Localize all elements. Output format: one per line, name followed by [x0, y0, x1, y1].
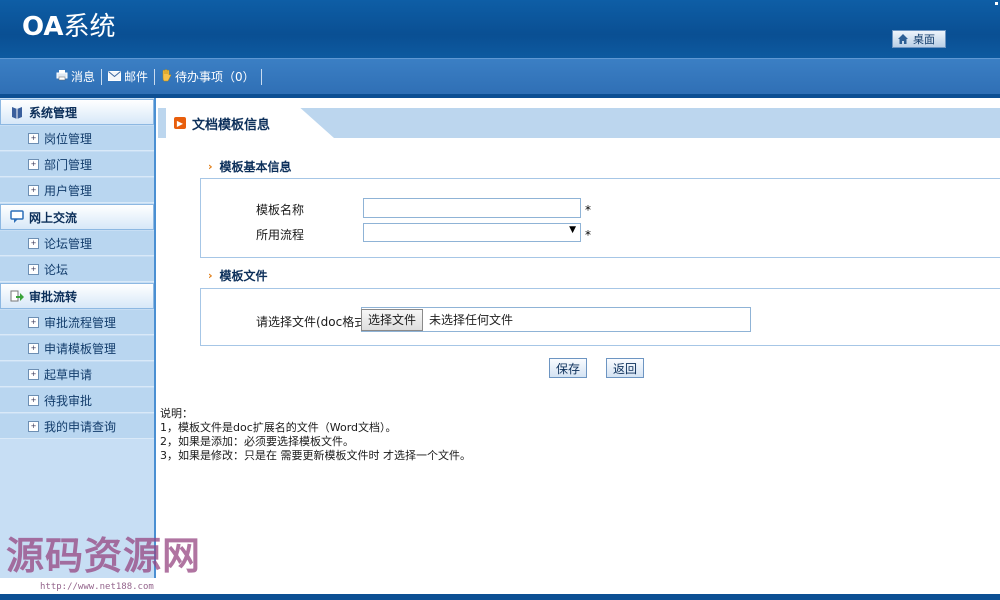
- watermark-url: http://www.net188.com: [40, 582, 154, 592]
- title-bar: ▶ 文档模板信息: [158, 108, 1000, 138]
- save-button[interactable]: 保存: [549, 358, 588, 378]
- sidebar-item-label: 我的申请查询: [44, 419, 117, 434]
- play-icon: ▶: [174, 117, 186, 129]
- section-basic-info-label: 模板基本信息: [219, 160, 292, 174]
- sidebar-item-template-admin[interactable]: + 申请模板管理: [0, 336, 154, 361]
- plus-box-icon: +: [28, 263, 39, 275]
- page-title-tab: ▶ 文档模板信息: [166, 108, 334, 138]
- sidebar-item-my-requests[interactable]: + 我的申请查询: [0, 414, 154, 439]
- sidebar-item-users[interactable]: + 用户管理: [0, 178, 154, 203]
- sidebar: 系统管理 + 岗位管理 + 部门管理 + 用户管理 网上交流 + 论坛管理 + …: [0, 98, 156, 578]
- file-status: 未选择任何文件: [429, 313, 514, 327]
- toolbar-divider: [260, 68, 262, 85]
- page-title: 文档模板信息: [192, 117, 271, 133]
- top-toolbar: 消息 邮件 待办事项（0）: [0, 58, 1000, 95]
- sidebar-item-forum-admin[interactable]: + 论坛管理: [0, 231, 154, 256]
- plus-box-icon: +: [28, 184, 39, 196]
- plus-box-icon: +: [28, 158, 39, 170]
- hand-icon: [161, 68, 172, 85]
- chevron-right-icon: ›: [208, 269, 213, 282]
- plus-box-icon: +: [28, 342, 39, 354]
- home-icon: [896, 32, 910, 46]
- printer-icon: [56, 69, 68, 84]
- sidebar-item-label: 用户管理: [44, 183, 93, 198]
- window-dot: [995, 2, 998, 5]
- sidebar-group-approval[interactable]: 审批流转: [0, 283, 154, 309]
- back-button[interactable]: 返回: [606, 358, 645, 378]
- toolbar-divider: [154, 68, 156, 85]
- sidebar-item-forum[interactable]: + 论坛: [0, 257, 154, 282]
- sidebar-group-label: 网上交流: [29, 210, 78, 225]
- section-template-file-label: 模板文件: [219, 269, 268, 283]
- sidebar-item-label: 起草申请: [44, 367, 93, 382]
- sidebar-group-system[interactable]: 系统管理: [0, 99, 154, 125]
- plus-box-icon: +: [28, 132, 39, 144]
- template-file-panel: 请选择文件(doc格式) 选择文件 未选择任何文件: [200, 288, 1000, 346]
- main-content: ▶ 文档模板信息 › 模板基本信息 模板名称 * 所用流程 ▼ * › 模板文件…: [158, 98, 1000, 578]
- footer-bar: [0, 594, 1000, 600]
- messages-link[interactable]: 消息: [52, 68, 99, 85]
- sidebar-item-pending-approval[interactable]: + 待我审批: [0, 388, 154, 413]
- choose-file-button[interactable]: 选择文件: [361, 308, 424, 331]
- required-mark: *: [585, 228, 591, 242]
- mail-icon: [108, 70, 122, 84]
- sidebar-group-label: 审批流转: [29, 289, 78, 304]
- sidebar-group-label: 系统管理: [29, 105, 78, 120]
- mail-link[interactable]: 邮件: [104, 68, 152, 85]
- flow-arrow-icon: [9, 288, 25, 304]
- dropdown-caret-icon: ▼: [569, 225, 576, 235]
- file-label: 请选择文件(doc格式): [256, 315, 371, 329]
- sidebar-item-label: 论坛: [44, 262, 69, 277]
- template-name-input[interactable]: [363, 198, 581, 218]
- book-icon: [9, 104, 25, 120]
- logo-suffix: 系统: [63, 12, 116, 42]
- toolbar-items: 消息 邮件 待办事项（0）: [52, 68, 264, 85]
- watermark-title: 源码资源网: [6, 534, 202, 578]
- plus-box-icon: +: [28, 394, 39, 406]
- sidebar-item-label: 审批流程管理: [44, 315, 117, 330]
- sidebar-item-label: 论坛管理: [44, 236, 93, 251]
- required-mark: *: [585, 203, 591, 217]
- chevron-right-icon: ›: [208, 160, 213, 173]
- plus-box-icon: +: [28, 368, 39, 380]
- desktop-button[interactable]: 桌面: [892, 30, 946, 48]
- sidebar-item-label: 岗位管理: [44, 131, 93, 146]
- basic-info-panel: 模板名称 * 所用流程 ▼ *: [200, 178, 1000, 258]
- instructions-line: 1，模板文件是doc扩展名的文件（Word文档）。: [160, 421, 397, 434]
- mail-label: 邮件: [124, 70, 149, 84]
- sidebar-item-label: 待我审批: [44, 393, 93, 408]
- app-logo: OA系统: [22, 10, 116, 44]
- sidebar-group-communication[interactable]: 网上交流: [0, 204, 154, 230]
- flow-select[interactable]: ▼: [363, 223, 581, 242]
- sidebar-item-approval-flow-admin[interactable]: + 审批流程管理: [0, 310, 154, 335]
- todo-link[interactable]: 待办事项（0）: [157, 68, 259, 85]
- sidebar-item-departments[interactable]: + 部门管理: [0, 152, 154, 177]
- plus-box-icon: +: [28, 420, 39, 432]
- toolbar-divider: [101, 68, 103, 85]
- sidebar-item-label: 申请模板管理: [44, 341, 117, 356]
- file-picker[interactable]: 选择文件 未选择任何文件: [361, 307, 751, 332]
- sidebar-item-draft-request[interactable]: + 起草申请: [0, 362, 154, 387]
- chat-icon: [9, 209, 25, 225]
- plus-box-icon: +: [28, 316, 39, 328]
- app-header: OA系统 桌面: [0, 0, 1000, 58]
- logo-prefix: OA: [22, 12, 64, 42]
- template-name-label: 模板名称: [256, 203, 305, 217]
- instructions: 说明： 1，模板文件是doc扩展名的文件（Word文档）。 2，如果是添加：必须…: [160, 407, 471, 463]
- desktop-label: 桌面: [913, 33, 935, 46]
- instructions-line: 3，如果是修改：只是在 需要更新模板文件时 才选择一个文件。: [160, 449, 471, 462]
- todo-label: 待办事项（0）: [175, 70, 255, 84]
- section-basic-info: › 模板基本信息: [208, 158, 292, 175]
- flow-label: 所用流程: [256, 228, 305, 242]
- instructions-line: 2，如果是添加：必须要选择模板文件。: [160, 435, 354, 448]
- instructions-title: 说明：: [160, 407, 193, 420]
- plus-box-icon: +: [28, 237, 39, 249]
- sidebar-item-label: 部门管理: [44, 157, 93, 172]
- section-template-file: › 模板文件: [208, 267, 268, 284]
- messages-label: 消息: [71, 70, 96, 84]
- sidebar-item-positions[interactable]: + 岗位管理: [0, 126, 154, 151]
